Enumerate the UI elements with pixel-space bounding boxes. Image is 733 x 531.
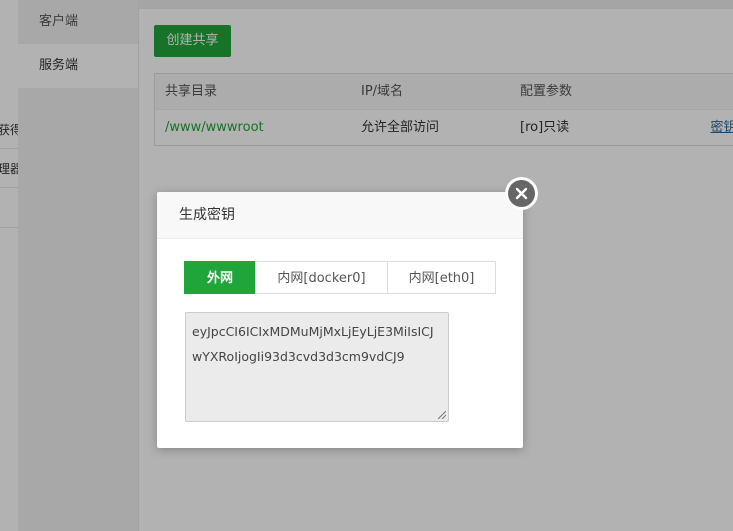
- network-tabs: 外网 内网[docker0] 内网[eth0]: [184, 261, 496, 294]
- close-icon: [508, 180, 535, 207]
- dialog-title: 生成密钥: [157, 192, 523, 239]
- key-textarea[interactable]: eyJpcCI6ICIxMDMuMjMxLjEyLjE3MiIsICJwYXRo…: [185, 312, 449, 422]
- tab-external-network[interactable]: 外网: [184, 261, 256, 294]
- generate-key-dialog: 生成密钥 外网 内网[docker0] 内网[eth0] eyJpcCI6ICI…: [157, 192, 523, 448]
- key-value-text: eyJpcCI6ICIxMDMuMjMxLjEyLjE3MiIsICJwYXRo…: [192, 324, 434, 364]
- tab-internal-eth0[interactable]: 内网[eth0]: [387, 261, 496, 294]
- resize-handle-icon[interactable]: [438, 411, 446, 419]
- close-button[interactable]: [505, 177, 538, 210]
- tab-internal-docker0[interactable]: 内网[docker0]: [255, 261, 388, 294]
